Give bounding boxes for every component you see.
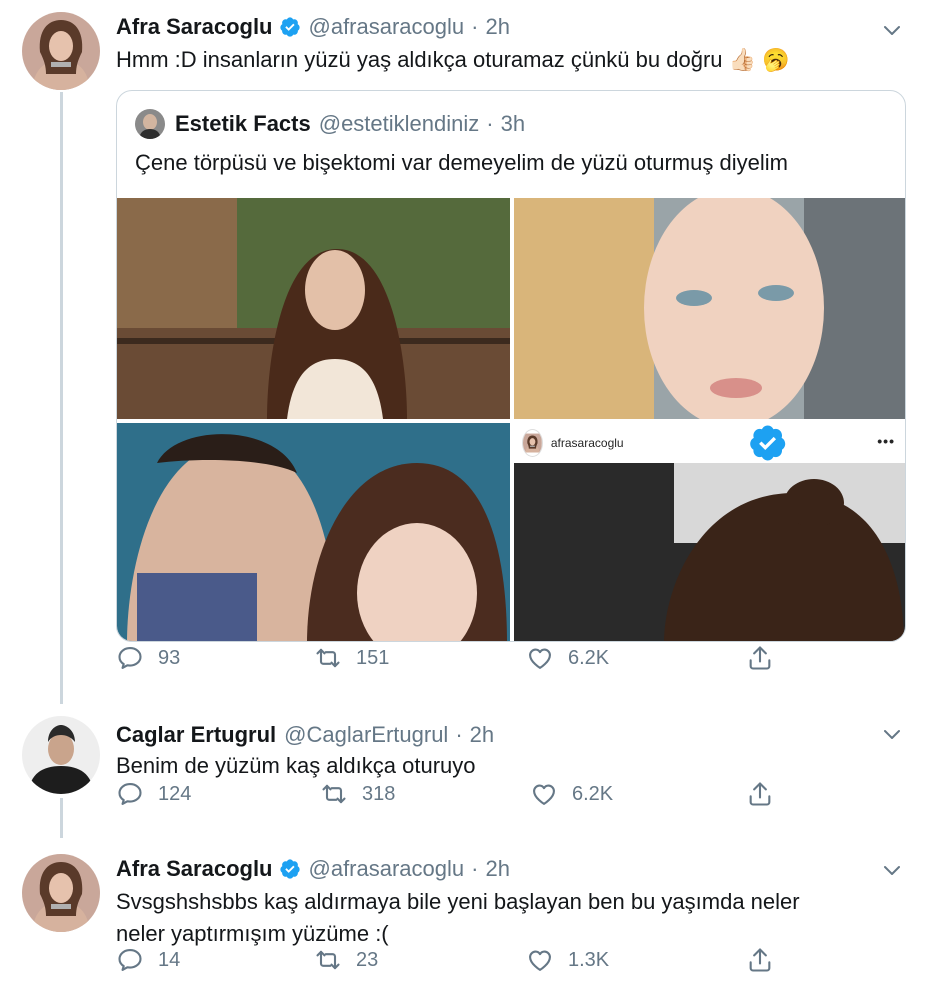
retweet-icon [314,946,342,974]
tweet-text: Hmm :D insanların yüzü yaş aldıkça otura… [116,47,790,72]
tweet[interactable]: Caglar Ertugrul @CaglarErtugrul · 2h Ben… [0,712,926,840]
retweet-count: 23 [356,948,379,971]
retweet-icon [320,780,348,808]
reply-count: 124 [158,782,192,805]
verified-icon [628,423,906,463]
retweet-button[interactable]: 318 [320,780,395,808]
separator: · [455,722,463,747]
timestamp[interactable]: 2h [485,14,509,40]
like-button[interactable]: 6.2K [530,780,613,808]
quoted-tweet[interactable]: Estetik Facts @estetiklendiniz · 3h Çene… [116,90,906,642]
chevron-down-icon[interactable] [880,858,904,882]
like-count: 6.2K [572,782,614,805]
avatar-image [22,854,100,932]
quote-author-name: Estetik Facts [175,111,311,136]
tweet-header: Afra Saracoglu @afrasaracoglu · 2h [116,14,866,40]
author-handle[interactable]: @afrasaracoglu [309,14,465,40]
tweet[interactable]: Afra Saracoglu @afrasaracoglu · 2h Svsgs… [0,846,926,1000]
avatar[interactable] [22,12,100,90]
quote-header: Estetik Facts @estetiklendiniz · 3h [135,109,525,139]
tweet-text: Benim de yüzüm kaş aldıkça oturuyo [116,753,476,778]
author-handle[interactable]: @CaglarErtugrul [284,722,448,748]
more-icon: ••• [877,433,895,449]
avatar[interactable] [22,854,100,932]
quote-timestamp: 3h [500,111,526,136]
tweet-text-line: Svsgshshsbbs kaş aldırmaya bile yeni baş… [116,889,800,914]
reply-count: 14 [158,948,181,971]
share-button[interactable] [746,644,774,672]
like-count: 1.3K [568,948,610,971]
media-photo[interactable] [117,423,510,641]
instagram-header: afrasaracoglu ••• [514,423,906,463]
retweet-count: 151 [356,646,390,669]
separator: · [471,856,479,881]
tweet-header: Caglar Ertugrul @CaglarErtugrul · 2h [116,722,866,748]
separator: · [471,14,479,39]
author-name[interactable]: Afra Saracoglu [116,14,273,40]
chevron-down-icon[interactable] [880,722,904,746]
share-button[interactable] [746,780,774,808]
tweet-text: Svsgshshsbbs kaş aldırmaya bile yeni baş… [116,886,886,950]
media-grid: afrasaracoglu ••• [117,198,906,641]
separator: · [486,111,494,136]
retweet-button[interactable]: 151 [314,644,389,672]
author-name[interactable]: Afra Saracoglu [116,856,273,882]
retweet-button[interactable]: 23 [314,946,378,974]
retweet-icon [314,644,342,672]
verified-icon [279,858,301,880]
share-icon [746,780,774,808]
share-button[interactable] [746,946,774,974]
tweet-header: Afra Saracoglu @afrasaracoglu · 2h [116,856,866,882]
media-photo[interactable] [117,198,510,419]
share-icon [746,946,774,974]
reply-button[interactable]: 14 [116,946,180,974]
like-button[interactable]: 6.2K [526,644,609,672]
quote-text: Çene törpüsü ve bişektomi var demeyelim … [135,150,788,175]
author-handle[interactable]: @afrasaracoglu [309,856,465,882]
timestamp[interactable]: 2h [485,856,509,882]
heart-icon [526,644,554,672]
media-photo[interactable]: afrasaracoglu ••• [514,423,906,641]
avatar-image [22,12,100,90]
author-name[interactable]: Caglar Ertugrul [116,722,276,748]
reply-count: 93 [158,646,181,669]
reply-icon [116,780,144,808]
chevron-down-icon[interactable] [880,18,904,42]
media-photo[interactable] [514,198,905,419]
quote-avatar [135,109,165,139]
like-count: 6.2K [568,646,610,669]
reply-button[interactable]: 93 [116,644,180,672]
instagram-avatar [522,429,543,457]
like-button[interactable]: 1.3K [526,946,609,974]
quote-author-handle: @estetiklendiniz [318,111,480,136]
avatar-image [22,716,100,794]
reply-button[interactable]: 124 [116,780,191,808]
tweet[interactable]: Afra Saracoglu @afrasaracoglu · 2h Hmm :… [0,0,926,700]
retweet-count: 318 [362,782,396,805]
heart-icon [526,946,554,974]
timestamp[interactable]: 2h [470,722,494,748]
share-icon [746,644,774,672]
quote-avatar-image [135,109,165,139]
reply-icon [116,946,144,974]
instagram-username: afrasaracoglu [550,436,624,450]
verified-icon [279,16,301,38]
reply-icon [116,644,144,672]
heart-icon [530,780,558,808]
avatar[interactable] [22,716,100,794]
